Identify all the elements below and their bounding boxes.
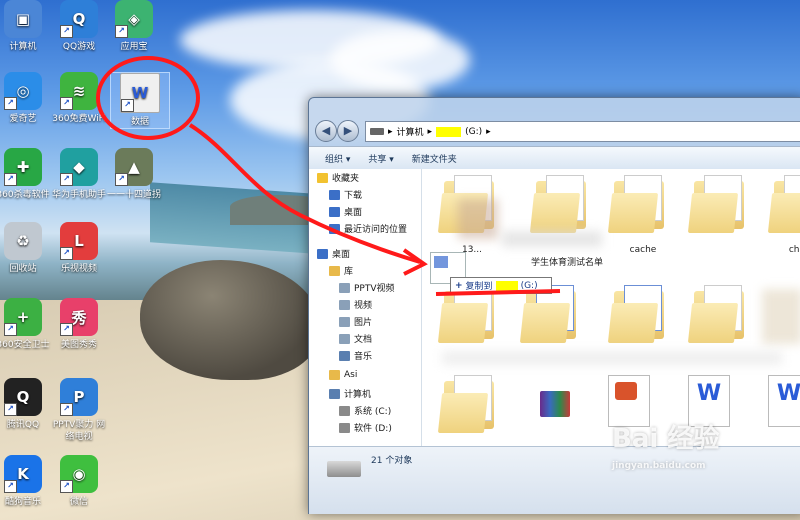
watermark-url: jingyan.baidu.com (612, 461, 706, 471)
baidu-jingyan-watermark: Bai 经验 jingyan.baidu.com (612, 418, 772, 488)
highlight-circle (96, 56, 200, 140)
watermark-brand: Bai 经验 (612, 424, 720, 454)
drag-arrow-line (188, 123, 421, 264)
underline-mark (435, 289, 561, 296)
